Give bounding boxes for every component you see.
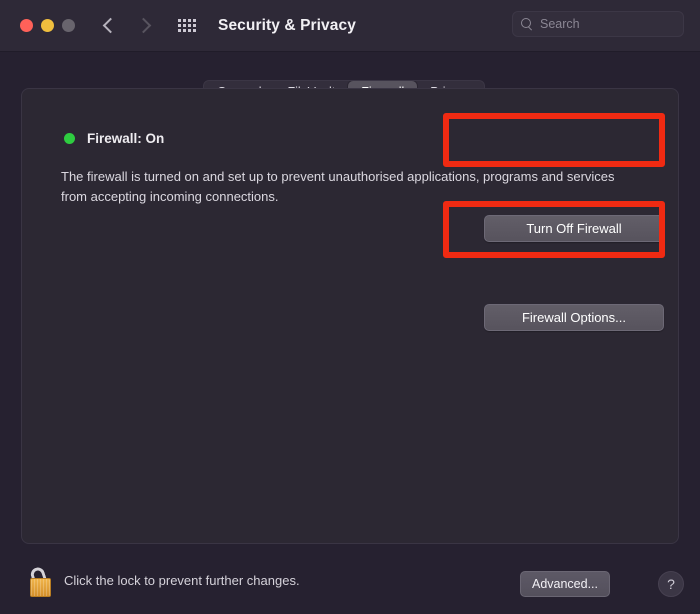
firewall-description: The firewall is turned on and set up to …	[61, 169, 615, 205]
grid-show-all-icon[interactable]	[178, 19, 196, 32]
search-icon	[521, 17, 534, 31]
lock-message: Click the lock to prevent further change…	[64, 573, 300, 588]
zoom-button[interactable]	[62, 19, 75, 32]
window-title: Security & Privacy	[218, 16, 356, 34]
bottom-bar: Click the lock to prevent further change…	[0, 556, 700, 614]
grid-dot	[193, 24, 196, 27]
padlock-open-icon[interactable]	[28, 565, 54, 599]
chevron-right-icon[interactable]	[136, 16, 152, 36]
turn-off-firewall-button[interactable]: Turn Off Firewall	[484, 215, 664, 242]
grid-dot	[183, 29, 186, 32]
minimize-button[interactable]	[41, 19, 54, 32]
firewall-options-button[interactable]: Firewall Options...	[484, 304, 664, 331]
advanced-button[interactable]: Advanced...	[520, 571, 610, 597]
security-privacy-window: Security & Privacy General FileVault Fir…	[0, 0, 700, 614]
grid-dot	[183, 19, 186, 22]
help-button[interactable]: ?	[658, 571, 684, 597]
traffic-light-group	[20, 19, 75, 32]
search-input[interactable]	[540, 17, 700, 31]
firewall-status-row: Firewall: On	[64, 131, 164, 146]
grid-dot	[183, 24, 186, 27]
close-button[interactable]	[20, 19, 33, 32]
grid-dot	[188, 19, 191, 22]
grid-dot	[193, 19, 196, 22]
padlock-body	[30, 578, 51, 597]
grid-dot	[178, 29, 181, 32]
grid-dot	[178, 19, 181, 22]
grid-dot	[188, 24, 191, 27]
search-field[interactable]	[512, 11, 700, 37]
tab-bar: General FileVault Firewall Privacy	[0, 52, 700, 103]
grid-dot	[178, 24, 181, 27]
chevron-left-icon[interactable]	[102, 16, 118, 36]
grid-dot	[188, 29, 191, 32]
navigation-arrows	[102, 16, 152, 36]
firewall-status-label: Firewall: On	[87, 131, 165, 146]
status-indicator-dot	[64, 133, 75, 144]
window-titlebar: Security & Privacy	[0, 0, 700, 52]
firewall-settings-panel: Firewall: On The firewall is turned on a…	[21, 88, 679, 544]
grid-dot	[193, 29, 196, 32]
